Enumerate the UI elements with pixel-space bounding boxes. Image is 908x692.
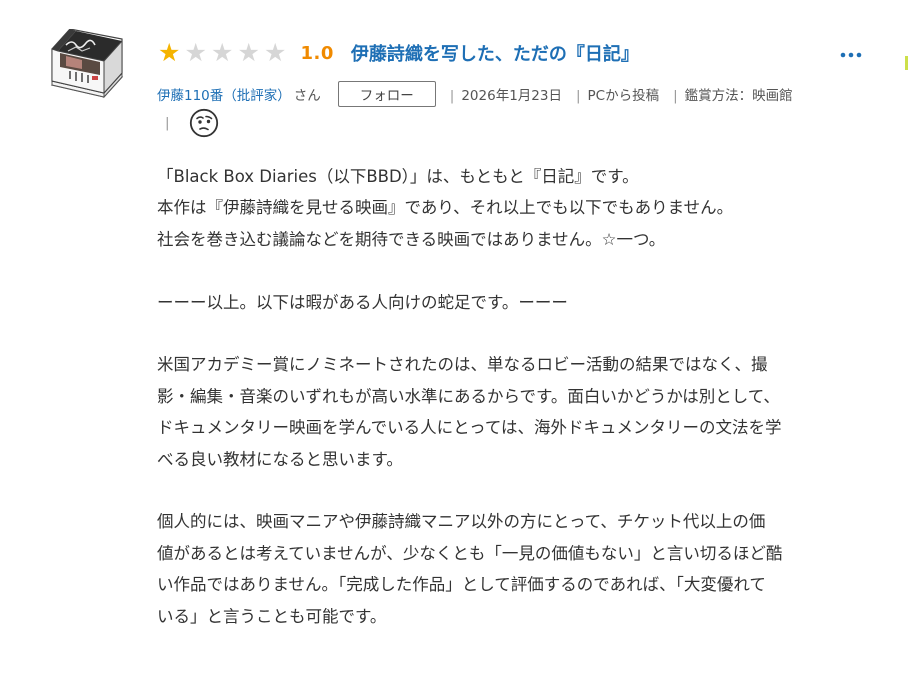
meta-separator: | (575, 88, 581, 104)
meta-separator: | (449, 88, 455, 104)
review-paragraph-3: 米国アカデミー賞にノミネートされたのは、単なるロビー活動の結果ではなく、撮 影・… (157, 355, 782, 469)
viewing-method-item: | 鑑賞方法：映画館 (673, 84, 793, 104)
viewing-method: 鑑賞方法：映画館 (684, 88, 793, 104)
meta-separator: | (165, 115, 170, 131)
star-empty-icon: ★ (184, 38, 207, 67)
star-empty-icon: ★ (237, 38, 260, 67)
star-empty-icon: ★ (264, 38, 287, 67)
review-meta-second-line: | (165, 108, 219, 138)
book-cover-avatar-icon (50, 28, 124, 99)
rating-score: 1.0 (300, 42, 334, 64)
post-source: PCから投稿 (587, 88, 660, 104)
review-card: ★ ★ ★ ★ ★ 1.0 伊藤詩織を写した、ただの『日記』 伊藤110番（批評家） さ… (0, 0, 908, 692)
author-name-link[interactable]: 伊藤110番（批評家） (157, 84, 291, 104)
star-empty-icon: ★ (211, 38, 234, 67)
review-paragraph-2: ーーー以上。以下は暇がある人向けの蛇足です。ーーー (157, 292, 568, 312)
author-honorific: さん (293, 88, 321, 104)
review-paragraph-1: 「Black Box Diaries（以下BBD）」は、もともと『日記』です。 … (157, 167, 734, 249)
review-paragraph-4: 個人的には、映画マニアや伊藤詩織マニア以外の方にとって、チケット代以上の価 値が… (157, 512, 783, 626)
post-date: 2026年1月23日 (461, 88, 562, 104)
rating-row: ★ ★ ★ ★ ★ 1.0 伊藤詩織を写した、ただの『日記』 (156, 38, 639, 68)
star-filled-icon: ★ (158, 38, 181, 67)
user-avatar[interactable] (46, 28, 126, 101)
review-meta: 伊藤110番（批評家） さん フォロー | 2026年1月23日 | PCから投稿 … (157, 80, 793, 108)
more-options-button[interactable] (838, 42, 864, 68)
review-body: 「Black Box Diaries（以下BBD）」は、もともと『日記』です。 … (157, 161, 863, 663)
star-rating: ★ ★ ★ ★ ★ (156, 38, 289, 68)
skeptical-face-icon (189, 108, 218, 138)
review-title[interactable]: 伊藤詩織を写した、ただの『日記』 (351, 40, 639, 66)
post-date-item: | 2026年1月23日 (450, 84, 562, 104)
more-dots-icon (840, 52, 862, 58)
meta-separator: | (673, 88, 678, 104)
post-source-item: | PCから投稿 (576, 84, 659, 104)
follow-button[interactable]: フォロー (337, 81, 436, 107)
